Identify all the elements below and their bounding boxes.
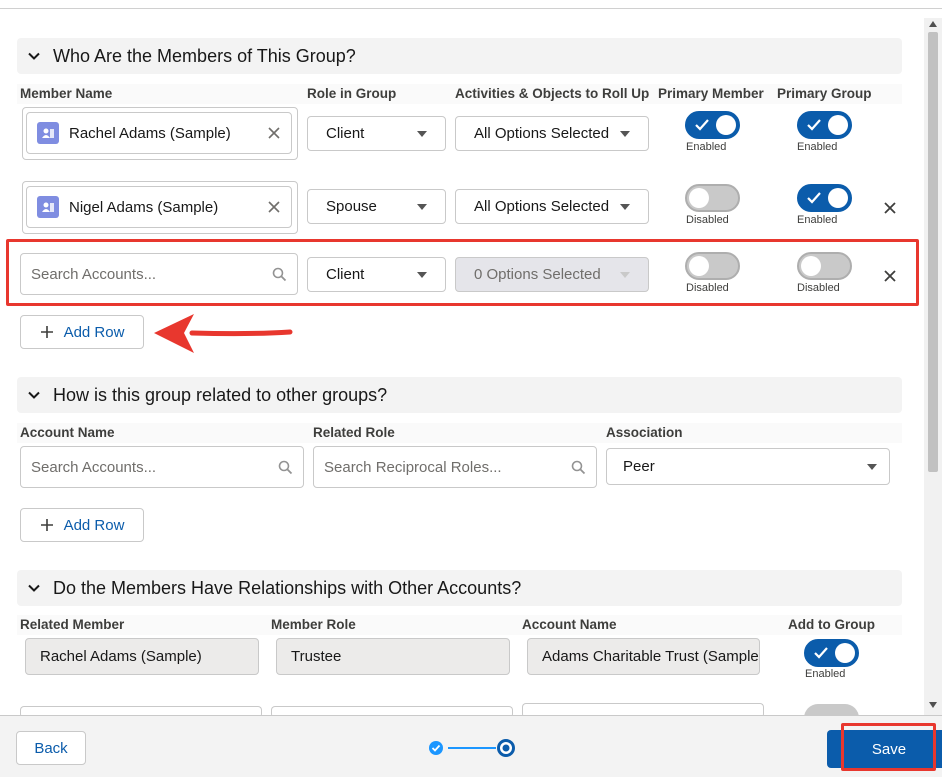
search-icon [278,460,293,474]
role-select-value: Spouse [326,198,377,215]
member-lookup-pill[interactable]: Nigel Adams (Sample) [26,186,292,228]
scrollbar-thumb[interactable] [928,32,938,472]
plus-icon [40,519,53,531]
scrollbar[interactable] [924,18,942,715]
col-account-name: Account Name [20,425,115,440]
related-groups-section-title: How is this group related to other group… [53,384,388,405]
account-icon [37,122,59,144]
col-primary-member: Primary Member [658,86,764,101]
primary-group-toggle-label: Enabled [797,141,838,153]
toggle-knob [828,115,848,135]
remove-member-icon[interactable] [267,126,281,140]
col-account-name: Account Name [522,617,617,632]
related-groups-section-header[interactable]: How is this group related to other group… [17,377,902,413]
relationships-section-title: Do the Members Have Relationships with O… [53,577,522,598]
role-select[interactable]: Spouse [307,189,446,224]
arrow-annotation-icon [154,314,293,353]
check-icon [695,119,709,131]
add-row-label: Add Row [63,323,125,341]
scroll-down-icon[interactable] [929,702,937,708]
role-select-value: Client [326,125,365,142]
toggle-knob [716,115,736,135]
reciprocal-role-search-input[interactable]: Search Reciprocal Roles... [313,446,597,488]
col-role-in-group: Role in Group [307,86,397,101]
rollup-select-value: All Options Selected [474,198,610,215]
check-icon [807,192,821,204]
account-search-input[interactable]: Search Accounts... [20,446,304,488]
primary-group-toggle[interactable] [797,184,852,212]
toggle-knob [835,643,855,663]
highlight-save-annotation [841,723,936,771]
col-related-role: Related Role [313,425,395,440]
primary-member-toggle[interactable] [685,111,740,139]
association-select-value: Peer [623,458,655,475]
col-association: Association [606,425,683,440]
toggle-knob [828,188,848,208]
association-select[interactable]: Peer [606,448,890,485]
member-name-value: Nigel Adams (Sample) [69,198,219,216]
check-icon [814,647,828,659]
add-to-group-toggle[interactable] [804,639,859,667]
primary-member-toggle-label: Disabled [686,214,729,226]
chevron-down-icon [28,391,40,399]
account-icon [37,196,59,218]
role-select[interactable]: Client [307,116,446,151]
account-search-placeholder: Search Accounts... [31,458,157,476]
toggle-knob [689,188,709,208]
highlight-new-row-annotation [6,239,919,306]
caret-down-icon [867,463,877,470]
caret-down-icon [417,130,427,137]
rollup-select[interactable]: All Options Selected [455,116,649,151]
member-role-readonly: Trustee [276,638,510,675]
caret-down-icon [417,203,427,210]
relationships-column-header-row [17,615,902,635]
members-section-title: Who Are the Members of This Group? [53,45,356,66]
check-icon [807,119,821,131]
col-related-member: Related Member [20,617,125,632]
relationships-section-header[interactable]: Do the Members Have Relationships with O… [17,570,902,606]
col-rollup: Activities & Objects to Roll Up [455,86,650,101]
caret-down-icon [620,130,630,137]
col-member-name: Member Name [20,86,113,101]
top-divider [0,8,942,9]
col-primary-group: Primary Group [777,86,872,101]
back-button[interactable]: Back [16,731,86,765]
reciprocal-role-placeholder: Search Reciprocal Roles... [324,458,502,476]
member-lookup-pill[interactable]: Rachel Adams (Sample) [26,112,292,154]
progress-indicator [429,739,515,757]
delete-row-icon[interactable] [883,201,897,215]
plus-icon [40,326,53,338]
add-to-group-toggle-label: Enabled [805,668,846,680]
col-member-role: Member Role [271,617,356,632]
primary-member-toggle[interactable] [685,184,740,212]
related-member-readonly: Rachel Adams (Sample) [25,638,259,675]
account-name-readonly: Adams Charitable Trust (Sample) [527,638,760,675]
chevron-down-icon [28,52,40,60]
chevron-down-icon [28,584,40,592]
primary-group-toggle[interactable] [797,111,852,139]
remove-member-icon[interactable] [267,200,281,214]
rollup-select[interactable]: All Options Selected [455,189,649,224]
add-row-label: Add Row [63,516,125,534]
add-member-row-button[interactable]: Add Row [20,315,144,349]
primary-group-toggle-label: Enabled [797,214,838,226]
add-related-group-row-button[interactable]: Add Row [20,508,144,542]
primary-member-toggle-label: Enabled [686,141,727,153]
member-name-value: Rachel Adams (Sample) [69,124,231,142]
back-button-label: Back [34,739,68,757]
rollup-select-value: All Options Selected [474,125,610,142]
caret-down-icon [620,203,630,210]
scroll-up-icon[interactable] [929,21,937,27]
search-icon [571,460,586,474]
col-add-to-group: Add to Group [788,617,875,632]
related-groups-column-header-row [17,423,902,443]
members-section-header[interactable]: Who Are the Members of This Group? [17,38,902,74]
